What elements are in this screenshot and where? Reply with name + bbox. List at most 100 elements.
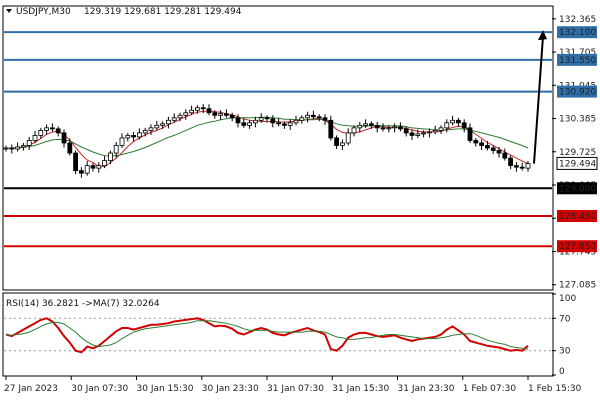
- time-tick-label: 30 Jan 07:30: [71, 384, 128, 394]
- candle-body: [397, 126, 403, 130]
- candle-body: [9, 147, 15, 150]
- candle: [229, 112, 235, 122]
- candle-body: [293, 119, 299, 124]
- candle: [270, 115, 276, 128]
- candle-body: [79, 170, 84, 174]
- candle-body: [55, 128, 61, 134]
- rsi-panel[interactable]: 100 70 30 0 RSI(14) 36.2821 ->MA(7) 32.0264: [2, 292, 576, 377]
- candle-body: [264, 117, 270, 120]
- candle-body: [450, 119, 456, 124]
- time-tick-label: 31 Jan 23:30: [398, 384, 455, 394]
- candle: [502, 148, 508, 161]
- candle-body: [142, 129, 148, 134]
- candle: [206, 104, 212, 116]
- time-tick-label: 1 Feb 15:30: [528, 384, 582, 394]
- candle-body: [409, 132, 415, 136]
- candle: [241, 118, 247, 128]
- chart-header: USDJPY,M30 129.319 129.681 129.281 129.4…: [6, 7, 242, 17]
- candle: [79, 167, 84, 178]
- candle: [386, 125, 392, 133]
- candle-body: [61, 132, 67, 144]
- candle-body: [258, 117, 264, 121]
- candle-body: [67, 142, 73, 154]
- candle-body: [514, 165, 519, 168]
- candle: [90, 163, 96, 172]
- candle: [183, 109, 189, 120]
- candle-body: [160, 123, 166, 126]
- rsi-label: RSI(14) 36.2821 ->MA(7) 32.0264: [6, 299, 160, 309]
- candle-body: [200, 107, 206, 110]
- candles: [3, 104, 531, 178]
- candle-body: [276, 122, 282, 125]
- candle: [96, 162, 102, 173]
- candle-body: [305, 114, 311, 119]
- candle-body: [194, 107, 200, 111]
- level-label-128.450-text: 128.450: [559, 212, 596, 222]
- candle: [345, 128, 351, 146]
- candle: [455, 117, 461, 127]
- candle: [15, 142, 21, 152]
- candle-body: [299, 117, 305, 121]
- candle-body: [426, 131, 432, 134]
- candle: [334, 135, 340, 150]
- candle: [316, 114, 322, 122]
- trading-chart[interactable]: 132.365131.705131.045130.385129.725129.0…: [0, 0, 600, 400]
- candle: [136, 128, 142, 140]
- candle: [131, 131, 137, 142]
- candle-body: [131, 135, 137, 138]
- candle-body: [357, 124, 363, 129]
- time-axis: 27 Jan 2023 30 Jan 07:30 30 Jan 15:30 30 Ja…: [4, 376, 582, 394]
- candle-body: [525, 163, 531, 169]
- level-label-129.000-text: 129.000: [559, 184, 596, 194]
- rsi-tick-label: 100: [559, 294, 576, 304]
- candle-body: [281, 123, 287, 126]
- price-tick-label: 129.725: [559, 148, 596, 158]
- candle-body: [473, 140, 479, 144]
- candle: [9, 144, 15, 154]
- candle: [374, 121, 380, 133]
- candle: [438, 125, 444, 134]
- candle: [20, 142, 26, 151]
- candle-body: [189, 109, 195, 114]
- time-tick-label: 31 Jan 15:30: [332, 384, 389, 394]
- symbol-label: USDJPY,M30: [16, 7, 71, 17]
- candle-body: [235, 117, 241, 124]
- dropdown-triangle-icon[interactable]: [6, 9, 12, 13]
- candle: [328, 115, 334, 141]
- candle: [26, 136, 32, 151]
- candle-body: [519, 166, 525, 169]
- level-label-130.920-text: 130.920: [559, 88, 596, 98]
- candle-body: [316, 116, 322, 119]
- candle-body: [502, 152, 508, 159]
- candle-body: [218, 113, 224, 116]
- ohlc-values: 129.319 129.681 129.281 129.494: [84, 7, 242, 17]
- candle-body: [229, 114, 235, 119]
- candle-body: [380, 127, 386, 130]
- candle-body: [386, 127, 392, 130]
- candle: [55, 126, 61, 137]
- candle-body: [223, 113, 229, 116]
- candle-body: [165, 119, 171, 125]
- price-tick-label: 130.385: [559, 115, 596, 125]
- rsi-series-ma: [5, 320, 529, 350]
- candle-body: [171, 117, 177, 121]
- candle-body: [102, 160, 107, 167]
- candle-body: [3, 147, 9, 150]
- candle-body: [26, 140, 32, 146]
- candle-body: [363, 123, 369, 126]
- candle-body: [455, 119, 461, 124]
- candle-body: [119, 137, 125, 146]
- candle-body: [345, 132, 351, 144]
- candle-body: [368, 123, 374, 126]
- candle: [519, 162, 525, 171]
- candle: [467, 123, 473, 143]
- candle-body: [374, 124, 380, 129]
- candle: [160, 121, 166, 129]
- price-tick-label: 132.365: [559, 15, 596, 25]
- candle-body: [438, 127, 444, 131]
- price-panel[interactable]: 132.365131.705131.045130.385129.725129.0…: [2, 5, 598, 291]
- candle: [397, 122, 403, 132]
- candle-body: [84, 165, 90, 174]
- candle: [409, 129, 415, 140]
- candle-body: [432, 129, 438, 133]
